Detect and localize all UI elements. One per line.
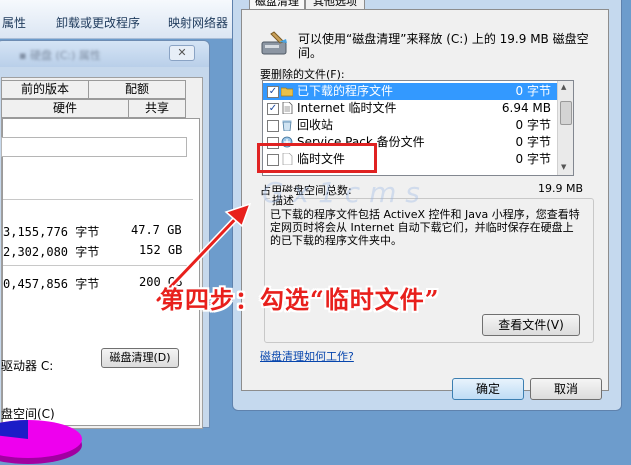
scroll-down-icon[interactable]: ▼ bbox=[561, 163, 566, 171]
file-size: 0 字节 bbox=[515, 135, 551, 149]
scrollbar-thumb[interactable] bbox=[560, 101, 572, 125]
properties-title: ▪ 硬盘 (C:) 属性 bbox=[19, 49, 101, 62]
checkbox-unchecked[interactable] bbox=[267, 120, 279, 132]
disk-cleanup-button[interactable]: 磁盘清理(D) bbox=[101, 348, 179, 368]
view-files-button[interactable]: 查看文件(V) bbox=[482, 314, 580, 336]
used-bytes: 3,155,776 字节 bbox=[3, 225, 100, 239]
disk-usage-pie bbox=[0, 420, 82, 464]
list-item[interactable]: 回收站 0 字节 bbox=[263, 117, 573, 134]
cleanup-intro-text: 可以使用“磁盘清理”来释放 (C:) 上的 19.9 MB 磁盘空间。 bbox=[298, 32, 589, 60]
tab-sharing[interactable]: 共享 bbox=[128, 99, 186, 118]
document-icon bbox=[282, 102, 293, 114]
file-size: 6.94 MB bbox=[501, 101, 551, 115]
toolbar-properties[interactable]: 属性 bbox=[2, 14, 26, 31]
cancel-button[interactable]: 取消 bbox=[530, 378, 602, 400]
file-name: 已下载的程序文件 bbox=[297, 84, 394, 98]
tab-quota[interactable]: 配额 bbox=[88, 80, 186, 99]
total-space-value: 19.9 MB bbox=[538, 182, 584, 195]
toolbar-map-drive[interactable]: 映射网络器 bbox=[168, 14, 228, 31]
watermark: G x 1 c m s bbox=[262, 176, 420, 209]
tutorial-annotation: 第四步：勾选“临时文件” bbox=[160, 285, 440, 314]
file-size: 0 字节 bbox=[515, 152, 551, 166]
checkbox-checked[interactable]: ✓ bbox=[267, 103, 279, 115]
file-name: Internet 临时文件 bbox=[297, 101, 397, 115]
capacity-bytes: 0,457,856 字节 bbox=[3, 277, 100, 291]
drive-name-input[interactable] bbox=[1, 137, 187, 157]
recycle-bin-icon bbox=[282, 120, 292, 131]
drive-label: 驱动器 C: bbox=[1, 359, 54, 373]
close-icon: ✕ bbox=[177, 46, 187, 59]
explorer-toolbar: 属性 卸载或更改程序 映射网络器 bbox=[0, 0, 260, 39]
pie-used-slice bbox=[0, 420, 28, 439]
free-bytes: 2,302,080 字节 bbox=[3, 245, 100, 259]
checkbox-checked[interactable]: ✓ bbox=[267, 86, 279, 98]
folder-icon bbox=[281, 87, 293, 97]
file-name: 回收站 bbox=[297, 118, 334, 132]
tab-hardware[interactable]: 硬件 bbox=[1, 99, 129, 118]
close-button[interactable]: ✕ bbox=[169, 45, 195, 61]
description-text: 已下载的程序文件包括 ActiveX 控件和 Java 小程序，您查看特定网页时… bbox=[270, 208, 580, 247]
help-link[interactable]: 磁盘清理如何工作? bbox=[260, 348, 354, 364]
list-item[interactable]: ✓ 已下载的程序文件 0 字节 bbox=[263, 83, 573, 100]
toolbar-uninstall[interactable]: 卸载或更改程序 bbox=[56, 14, 140, 31]
file-size: 0 字节 bbox=[515, 84, 551, 98]
highlight-box bbox=[257, 143, 377, 173]
ok-button[interactable]: 确定 bbox=[452, 378, 524, 400]
scroll-up-icon[interactable]: ▲ bbox=[561, 83, 566, 91]
disk-cleanup-icon bbox=[261, 31, 287, 55]
list-scrollbar[interactable]: ▲ ▼ bbox=[557, 81, 573, 175]
tab-previous-versions[interactable]: 前的版本 bbox=[1, 80, 89, 99]
file-size: 0 字节 bbox=[515, 118, 551, 132]
list-item[interactable]: ✓ Internet 临时文件 6.94 MB bbox=[263, 100, 573, 117]
compress-checkbox-label[interactable]: 盘空间(C) bbox=[1, 405, 55, 422]
